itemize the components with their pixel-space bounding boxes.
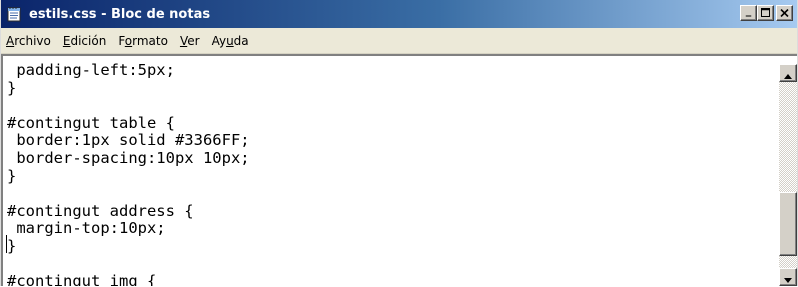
menu-bar: Archivo Edición Formato Ver Ayuda — [1, 28, 797, 54]
code-line: margin-top:10px; — [7, 219, 166, 238]
window-title: estils.css - Bloc de notas — [29, 6, 211, 22]
text-editor[interactable]: padding-left:5px; } #contingut table { b… — [1, 54, 797, 286]
code-line: border-spacing:10px 10px; — [7, 148, 250, 167]
maximize-button[interactable] — [757, 5, 774, 21]
scroll-down-button[interactable] — [779, 268, 797, 286]
menu-ayuda[interactable]: Ayuda — [206, 34, 255, 48]
menu-formato[interactable]: Formato — [112, 34, 174, 48]
code-line: } — [7, 236, 17, 255]
scroll-thumb[interactable] — [779, 192, 797, 256]
code-line: #contingut address { — [7, 201, 194, 220]
menu-ver[interactable]: Ver — [174, 34, 206, 48]
code-line: border:1px solid #3366FF; — [7, 131, 250, 150]
scroll-up-arrow-icon — [784, 64, 792, 83]
minimize-icon: _ — [745, 4, 752, 17]
menu-edicion[interactable]: Edición — [57, 34, 112, 48]
menu-archivo[interactable]: Archivo — [1, 34, 57, 48]
code-line: padding-left:5px; — [7, 62, 175, 79]
minimize-button[interactable]: _ — [740, 5, 757, 21]
code-line: #contingut table { — [7, 113, 175, 132]
scroll-down-arrow-icon — [784, 268, 792, 287]
notepad-window: estils.css - Bloc de notas _ Archivo Edi… — [0, 0, 798, 286]
title-bar[interactable]: estils.css - Bloc de notas _ — [1, 0, 797, 28]
close-button[interactable] — [776, 5, 793, 21]
scroll-up-button[interactable] — [779, 64, 797, 82]
close-icon — [780, 8, 789, 19]
code-line: } — [7, 78, 17, 97]
vertical-scrollbar[interactable] — [779, 64, 797, 286]
window-controls: _ — [740, 5, 793, 21]
code-line: #contingut img { — [7, 272, 157, 286]
text-caret — [6, 235, 7, 253]
notepad-icon[interactable] — [5, 5, 23, 23]
maximize-icon — [761, 7, 770, 19]
code-line: } — [7, 166, 17, 185]
text-content[interactable]: padding-left:5px; } #contingut table { b… — [7, 62, 777, 286]
